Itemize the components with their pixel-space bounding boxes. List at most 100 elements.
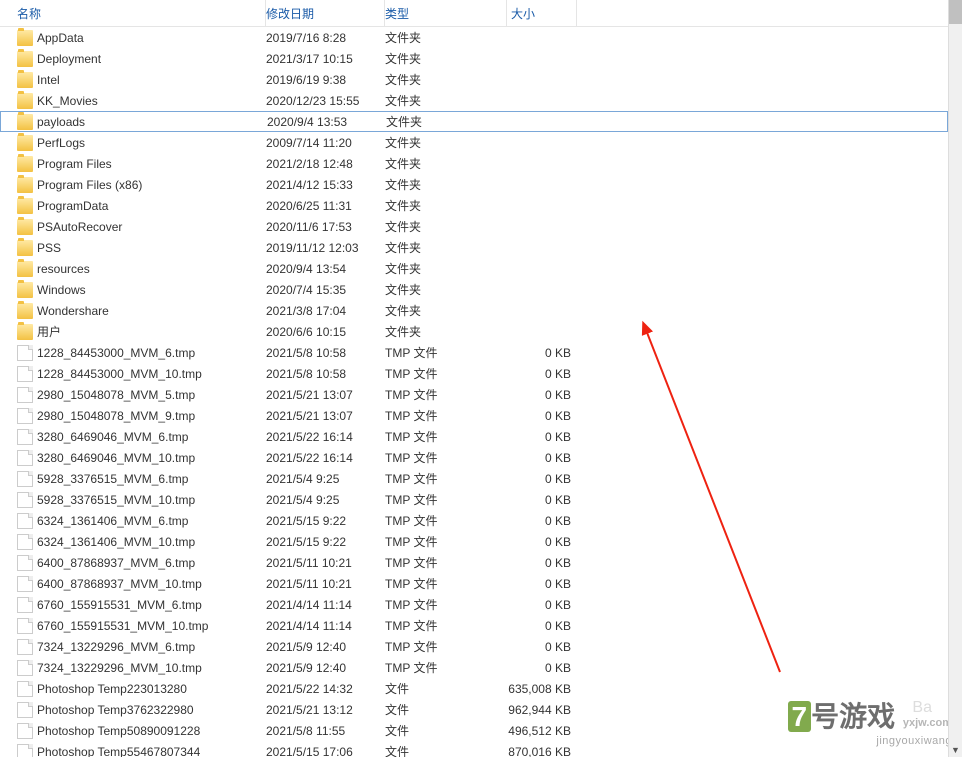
file-icon [17,639,33,655]
file-row[interactable]: Program Files2021/2/18 12:48文件夹 [0,153,948,174]
file-date: 2009/7/14 11:20 [266,136,385,150]
file-icon [17,366,33,382]
file-size: 0 KB [507,535,577,549]
file-list[interactable]: 名称 修改日期 类型 大小 AppData2019/7/16 8:28文件夹De… [0,0,948,757]
file-type: 文件夹 [385,50,507,67]
file-row[interactable]: 7324_13229296_MVM_10.tmp2021/5/9 12:40TM… [0,657,948,678]
file-row[interactable]: Program Files (x86)2021/4/12 15:33文件夹 [0,174,948,195]
file-name: 6324_1361406_MVM_10.tmp [37,535,195,549]
file-type: TMP 文件 [385,386,507,403]
file-date: 2021/3/8 17:04 [266,304,385,318]
file-icon [17,492,33,508]
file-row[interactable]: 7324_13229296_MVM_6.tmp2021/5/9 12:40TMP… [0,636,948,657]
file-type: TMP 文件 [385,638,507,655]
file-date: 2020/6/6 10:15 [266,325,385,339]
file-date: 2021/5/8 10:58 [266,367,385,381]
file-type: 文件夹 [385,92,507,109]
file-row[interactable]: payloads2020/9/4 13:53文件夹 [0,111,948,132]
file-size: 0 KB [507,514,577,528]
file-size: 962,944 KB [507,703,577,717]
header-name[interactable]: 名称 [0,0,266,26]
file-row[interactable]: 6400_87868937_MVM_6.tmp2021/5/11 10:21TM… [0,552,948,573]
file-date: 2021/5/8 10:58 [266,346,385,360]
file-row[interactable]: 3280_6469046_MVM_6.tmp2021/5/22 16:14TMP… [0,426,948,447]
header-type[interactable]: 类型 [385,0,507,26]
file-row[interactable]: 5928_3376515_MVM_6.tmp2021/5/4 9:25TMP 文… [0,468,948,489]
file-row[interactable]: Photoshop Temp508900912282021/5/8 11:55文… [0,720,948,741]
file-date: 2019/11/12 12:03 [266,241,385,255]
outer-scrollbar[interactable]: ▲ ▼ [948,0,962,757]
file-row[interactable]: 6324_1361406_MVM_6.tmp2021/5/15 9:22TMP … [0,510,948,531]
file-type: 文件夹 [385,260,507,277]
file-icon [17,345,33,361]
file-icon [17,723,33,739]
file-size: 0 KB [507,619,577,633]
file-name: payloads [37,115,85,129]
file-row[interactable]: KK_Movies2020/12/23 15:55文件夹 [0,90,948,111]
file-name: ProgramData [37,199,108,213]
file-date: 2021/4/14 11:14 [266,619,385,633]
file-row[interactable]: 6324_1361406_MVM_10.tmp2021/5/15 9:22TMP… [0,531,948,552]
file-row[interactable]: 6760_155915531_MVM_6.tmp2021/4/14 11:14T… [0,594,948,615]
file-type: 文件夹 [385,176,507,193]
file-type: TMP 文件 [385,575,507,592]
file-row[interactable]: 1228_84453000_MVM_10.tmp2021/5/8 10:58TM… [0,363,948,384]
file-row[interactable]: Intel2019/6/19 9:38文件夹 [0,69,948,90]
file-row[interactable]: Deployment2021/3/17 10:15文件夹 [0,48,948,69]
folder-icon [17,135,33,151]
file-type: TMP 文件 [385,617,507,634]
file-row[interactable]: 2980_15048078_MVM_5.tmp2021/5/21 13:07TM… [0,384,948,405]
file-type: 文件夹 [385,218,507,235]
header-date[interactable]: 修改日期 [266,0,385,26]
file-row[interactable]: 6400_87868937_MVM_10.tmp2021/5/11 10:21T… [0,573,948,594]
file-type: 文件夹 [385,281,507,298]
file-row[interactable]: PSS2019/11/12 12:03文件夹 [0,237,948,258]
file-row[interactable]: 6760_155915531_MVM_10.tmp 2021/4/14 11:14… [0,615,948,636]
file-row[interactable]: Photoshop Temp2230132802021/5/22 14:32文件… [0,678,948,699]
file-date: 2019/7/16 8:28 [266,31,385,45]
file-row[interactable]: 2980_15048078_MVM_9.tmp2021/5/21 13:07TM… [0,405,948,426]
file-size: 0 KB [507,430,577,444]
file-name: KK_Movies [37,94,98,108]
file-type: 文件夹 [385,239,507,256]
file-row[interactable]: Windows2020/7/4 15:35文件夹 [0,279,948,300]
file-icon [17,681,33,697]
column-headers: 名称 修改日期 类型 大小 [0,0,948,27]
folder-icon [17,30,33,46]
file-row[interactable]: Photoshop Temp554678073442021/5/15 17:06… [0,741,948,757]
file-row[interactable]: 1228_84453000_MVM_6.tmp2021/5/8 10:58TMP… [0,342,948,363]
file-type: 文件夹 [386,113,508,130]
file-row[interactable]: 5928_3376515_MVM_10.tmp2021/5/4 9:25TMP … [0,489,948,510]
file-type: 文件夹 [385,323,507,340]
folder-icon [17,282,33,298]
file-row[interactable]: Wondershare2021/3/8 17:04文件夹 [0,300,948,321]
file-name: Photoshop Temp223013280 [37,682,187,696]
file-name: 7324_13229296_MVM_10.tmp [37,661,202,675]
file-row[interactable]: PerfLogs2009/7/14 11:20文件夹 [0,132,948,153]
scroll-down-icon[interactable]: ▼ [949,743,962,757]
file-name: Photoshop Temp55467807344 [37,745,200,757]
file-row[interactable]: 3280_6469046_MVM_10.tmp2021/5/22 16:14TM… [0,447,948,468]
file-date: 2020/6/25 11:31 [266,199,385,213]
file-row[interactable]: resources2020/9/4 13:54文件夹 [0,258,948,279]
file-row[interactable]: PSAutoRecover2020/11/6 17:53文件夹 [0,216,948,237]
file-type: 文件夹 [385,155,507,172]
file-name: 6324_1361406_MVM_6.tmp [37,514,188,528]
file-type: TMP 文件 [385,659,507,676]
folder-icon [17,93,33,109]
file-icon [17,618,33,634]
file-name: 6760_155915531_MVM_10.tmp [37,619,208,633]
folder-icon [17,114,33,130]
file-name: PSAutoRecover [37,220,122,234]
file-icon [17,597,33,613]
file-type: TMP 文件 [385,491,507,508]
file-row[interactable]: AppData2019/7/16 8:28文件夹 [0,27,948,48]
file-row[interactable]: Photoshop Temp37623229802021/5/21 13:12文… [0,699,948,720]
file-type: 文件夹 [385,302,507,319]
file-name: Intel [37,73,60,87]
header-size[interactable]: 大小 [507,0,577,26]
file-name: 1228_84453000_MVM_6.tmp [37,346,195,360]
scrollbar-thumb[interactable] [949,0,962,24]
file-row[interactable]: ProgramData2020/6/25 11:31文件夹 [0,195,948,216]
file-row[interactable]: 用户2020/6/6 10:15文件夹 [0,321,948,342]
